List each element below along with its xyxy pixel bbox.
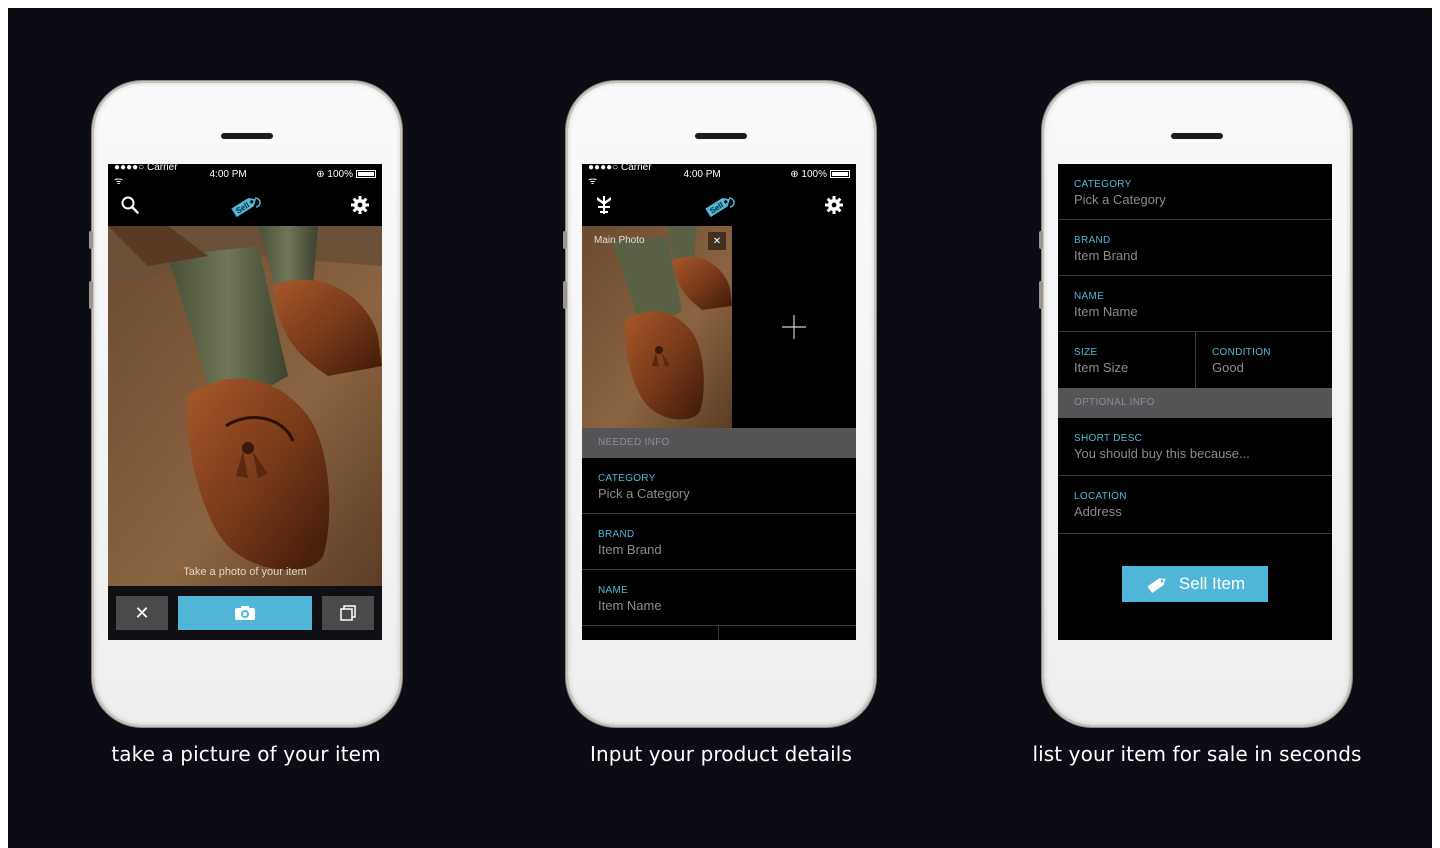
- field-label: SHORT DESC: [1074, 433, 1143, 444]
- gallery-icon: [340, 605, 356, 621]
- status-time: 4:00 PM: [209, 168, 247, 180]
- phone-speaker: [221, 133, 273, 139]
- sell-tag-icon: Sell: [702, 194, 736, 218]
- field-name[interactable]: NAME Item Name: [1058, 276, 1332, 332]
- field-value: Item Name: [1074, 304, 1138, 319]
- sell-tag-icon: [1147, 578, 1166, 594]
- status-time: 4:00 PM: [683, 168, 721, 180]
- main-photo-label: Main Photo: [594, 235, 645, 246]
- nav-bar: Sell: [108, 184, 382, 226]
- size-condition-row: SIZE Item Size CONDITION Good: [1058, 332, 1332, 388]
- caption-2: Input your product details: [590, 742, 852, 766]
- camera-icon: [235, 606, 255, 620]
- field-label: BRAND: [1074, 235, 1111, 246]
- phone-3: CATEGORY Pick a Category BRAND Item Bran…: [1039, 83, 1350, 725]
- sell-tag-icon: Sell: [228, 194, 262, 218]
- gallery-button[interactable]: [322, 596, 374, 630]
- sell-item-label: Sell Item: [1178, 574, 1246, 593]
- field-label: CATEGORY: [598, 473, 656, 484]
- status-bar: ●●●●○ Carrier ᯤ 4:00 PM ⊕ 100%: [108, 164, 382, 187]
- field-value: Item Brand: [598, 542, 662, 557]
- field-label: LOCATION: [1074, 491, 1127, 502]
- phone-side-button: [89, 281, 93, 309]
- phone-side-button: [563, 281, 567, 309]
- field-short-desc[interactable]: SHORT DESC You should buy this because..…: [1058, 418, 1332, 476]
- field-label: NAME: [598, 585, 629, 596]
- sell-item-button[interactable]: Sell Item: [1122, 566, 1268, 602]
- battery-text: ⊕ 100%: [790, 168, 827, 180]
- search-icon[interactable]: [120, 195, 140, 215]
- section-optional-info: OPTIONAL INFO: [1058, 388, 1332, 418]
- field-value: Item Brand: [1074, 248, 1138, 263]
- caption-3: list your item for sale in seconds: [1032, 742, 1362, 766]
- field-brand[interactable]: BRAND Item Brand: [582, 514, 856, 570]
- phone-side-button: [89, 231, 93, 249]
- field-category[interactable]: CATEGORY Pick a Category: [1058, 164, 1332, 220]
- plus-icon: [782, 315, 806, 339]
- remove-photo-button[interactable]: ✕: [708, 232, 726, 250]
- field-label: NAME: [1074, 291, 1105, 302]
- status-bar: ●●●●○ Carrier ᯤ 4:00 PM ⊕ 100%: [582, 164, 856, 187]
- gear-icon[interactable]: [824, 195, 844, 215]
- field-value: Good: [1212, 360, 1244, 375]
- field-value: Pick a Category: [1074, 192, 1166, 207]
- field-value: Item Name: [598, 598, 662, 613]
- gear-icon[interactable]: [350, 195, 370, 215]
- phone-speaker: [695, 133, 747, 139]
- caption-1: take a picture of your item: [111, 742, 381, 766]
- screen-listing: CATEGORY Pick a Category BRAND Item Bran…: [1058, 164, 1332, 640]
- field-value: Item Size: [1074, 360, 1129, 375]
- section-needed-info: NEEDED INFO: [582, 428, 856, 458]
- close-icon: ✕: [712, 235, 722, 247]
- capture-button[interactable]: [178, 596, 312, 630]
- screen-camera: ●●●●○ Carrier ᯤ 4:00 PM ⊕ 100% Sell Take…: [108, 164, 382, 640]
- field-value: Address: [1074, 504, 1122, 519]
- add-photo-button[interactable]: [732, 226, 856, 428]
- battery-indicator: ⊕ 100%: [790, 169, 850, 180]
- shoe-photo: [108, 226, 382, 586]
- field-label: CONDITION: [1212, 347, 1271, 358]
- cancel-button[interactable]: ✕: [116, 596, 168, 630]
- showcase-stage: ●●●●○ Carrier ᯤ 4:00 PM ⊕ 100% Sell Take…: [8, 8, 1432, 848]
- phone-side-button: [1039, 231, 1043, 249]
- field-size[interactable]: SIZE Item Size: [1058, 332, 1195, 388]
- field-name[interactable]: NAME Item Name: [582, 570, 856, 626]
- field-value: You should buy this because...: [1074, 446, 1250, 461]
- battery-icon: [356, 170, 376, 178]
- close-icon: ✕: [134, 602, 150, 623]
- hanger-icon[interactable]: [594, 195, 614, 215]
- field-label: SIZE: [1074, 347, 1098, 358]
- field-location[interactable]: LOCATION Address: [1058, 476, 1332, 534]
- field-value: Pick a Category: [598, 486, 690, 501]
- phone-side-button: [563, 231, 567, 249]
- field-label: BRAND: [598, 529, 635, 540]
- photo-hint: Take a photo of your item: [183, 566, 307, 578]
- main-photo-thumb[interactable]: Main Photo ✕: [582, 226, 732, 428]
- phone-1: ●●●●○ Carrier ᯤ 4:00 PM ⊕ 100% Sell Take…: [89, 83, 400, 725]
- phone-speaker: [1171, 133, 1223, 139]
- field-category[interactable]: CATEGORY Pick a Category: [582, 458, 856, 514]
- phone-side-button: [1039, 281, 1043, 309]
- battery-text: ⊕ 100%: [316, 168, 353, 180]
- field-brand[interactable]: BRAND Item Brand: [1058, 220, 1332, 276]
- field-divider: [718, 626, 719, 640]
- field-label: CATEGORY: [1074, 179, 1132, 190]
- battery-indicator: ⊕ 100%: [316, 169, 376, 180]
- phone-2: ●●●●○ Carrier ᯤ 4:00 PM ⊕ 100% Sell Main…: [563, 83, 874, 725]
- shoe-photo: [582, 226, 732, 428]
- nav-bar: Sell: [582, 184, 856, 226]
- battery-icon: [830, 170, 850, 178]
- field-condition[interactable]: CONDITION Good: [1195, 332, 1332, 388]
- camera-preview[interactable]: Take a photo of your item: [108, 226, 382, 586]
- screen-details: ●●●●○ Carrier ᯤ 4:00 PM ⊕ 100% Sell Main…: [582, 164, 856, 640]
- camera-toolbar: ✕: [108, 586, 382, 640]
